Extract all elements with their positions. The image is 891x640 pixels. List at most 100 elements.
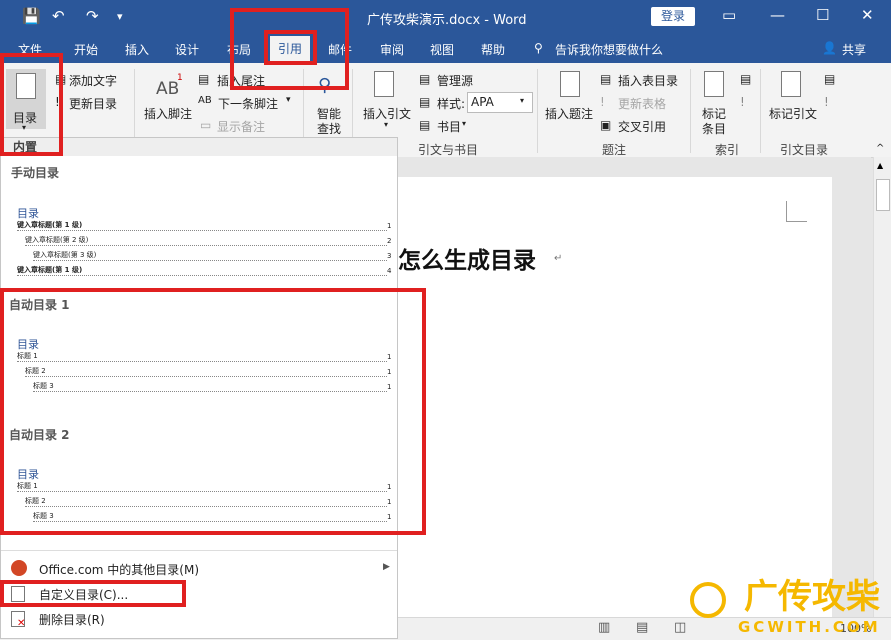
scroll-thumb[interactable] <box>876 179 890 211</box>
insert-caption-button[interactable]: 插入题注 <box>545 105 593 122</box>
group-citations-label: 引文与书目 <box>418 143 479 157</box>
tell-me-box[interactable]: 告诉我你想要做什么 <box>555 41 663 58</box>
maximize-icon[interactable]: ☐ <box>816 6 829 24</box>
style-label: 样式: <box>437 97 466 111</box>
bibliography-icon: ▤ <box>419 118 431 132</box>
office-icon <box>11 560 27 576</box>
insert-caption-icon <box>560 71 580 97</box>
style-select-value: APA <box>471 95 494 109</box>
insert-index-icon[interactable]: ▤ <box>740 72 751 86</box>
mark-citation-button[interactable]: 标记引文 <box>769 105 817 122</box>
style-select[interactable]: APA ▾ <box>467 92 533 113</box>
tab-insert[interactable]: 插入 <box>125 41 149 58</box>
share-icon: 👤 <box>822 41 837 55</box>
remove-toc-item[interactable]: ✕ 删除目录(R) <box>1 608 397 630</box>
update-index-icon[interactable]: ! <box>740 95 745 109</box>
update-table-button[interactable]: 更新表格 <box>618 95 666 112</box>
style-icon: ▤ <box>419 95 431 109</box>
insert-table-of-figures-button[interactable]: 插入表目录 <box>618 72 678 89</box>
print-layout-icon[interactable]: ▤ <box>636 620 648 635</box>
table-of-figures-icon: ▤ <box>600 72 612 86</box>
document-heading[interactable]: 怎么生成目录 <box>398 241 536 275</box>
manage-sources-icon: ▤ <box>419 72 431 86</box>
separator <box>1 550 397 551</box>
separator <box>760 69 761 153</box>
update-table-icon: ! <box>600 95 605 109</box>
next-footnote-icon: AB <box>198 95 212 106</box>
vertical-scrollbar[interactable]: ▲ <box>873 157 891 617</box>
manual-toc-option[interactable]: 手动目录 目录 键入章标题(第 1 级) 1 键入章标题(第 2 级) 2 键入… <box>3 158 395 291</box>
chevron-down-icon: ▾ <box>520 96 525 105</box>
redo-icon[interactable]: ↷ <box>86 7 99 25</box>
next-footnote-button[interactable]: 下一条脚注 <box>218 95 278 112</box>
watermark-text: 广传攻柴 <box>744 577 880 617</box>
customize-toolbar-icon[interactable]: ▾ <box>117 10 123 23</box>
close-icon[interactable]: ✕ <box>861 6 874 24</box>
ribbon-tabs: 文件 开始 插入 设计 布局 引用 邮件 审阅 视图 帮助 ⚲ 告诉我你想要做什… <box>0 33 891 63</box>
more-office-toc-label: Office.com 中的其他目录(M) <box>39 563 200 577</box>
watermark-url: GCWITH.COM <box>738 618 881 636</box>
minimize-icon[interactable]: — <box>770 6 785 24</box>
mark-entry-icon <box>704 71 724 97</box>
footnote-superscript: 1 <box>177 73 183 83</box>
save-icon[interactable]: 💾 <box>22 7 41 25</box>
insert-footnote-icon: AB <box>156 79 180 99</box>
red-x-icon: ✕ <box>17 618 26 629</box>
share-button[interactable]: 共享 <box>842 41 866 58</box>
manual-toc-line: 键入章标题(第 1 级) <box>17 221 387 231</box>
cross-reference-icon: ▣ <box>600 118 612 132</box>
annotation-box-custom-toc <box>0 580 186 607</box>
collapse-ribbon-icon[interactable]: ^ <box>876 143 884 154</box>
show-notes-icon: ▭ <box>200 118 212 132</box>
title-bar: 💾 ↶ ↷ ▾ 广传攻柴演示.docx - Word 登录 ▭ — ☐ ✕ <box>0 0 891 33</box>
scroll-up-icon[interactable]: ▲ <box>877 161 883 170</box>
watermark-logo-icon <box>690 582 726 618</box>
submenu-arrow-icon: ▶ <box>383 562 390 572</box>
tab-design[interactable]: 设计 <box>175 41 199 58</box>
group-toa-label: 引文目录 <box>780 143 829 157</box>
update-toc-button[interactable]: 更新目录 <box>69 95 117 112</box>
manual-toc-page: 2 <box>387 237 392 245</box>
manual-toc-page: 1 <box>387 222 392 230</box>
insert-citation-icon <box>374 71 394 97</box>
annotation-box-auto-toc <box>0 288 426 535</box>
insert-citation-chevron-icon[interactable]: ▾ <box>384 120 388 129</box>
next-footnote-chevron-icon[interactable]: ▾ <box>286 95 291 105</box>
undo-icon[interactable]: ↶ <box>52 7 65 25</box>
tab-help[interactable]: 帮助 <box>481 41 505 58</box>
tab-review[interactable]: 审阅 <box>380 41 404 58</box>
manual-toc-line: 键入章标题(第 3 级) <box>33 251 387 261</box>
cross-reference-button[interactable]: 交叉引用 <box>618 118 666 135</box>
manage-sources-button[interactable]: 管理源 <box>437 72 473 89</box>
add-text-button[interactable]: 添加文字 <box>69 72 117 89</box>
separator <box>537 69 538 153</box>
bibliography-button[interactable]: 书目 <box>437 118 461 135</box>
more-office-toc-item[interactable]: Office.com 中的其他目录(M) ▶ <box>1 558 397 580</box>
ribbon-display-options-icon[interactable]: ▭ <box>722 6 736 24</box>
insert-toa-icon[interactable]: ▤ <box>824 72 835 86</box>
insert-footnote-button[interactable]: 插入脚注 <box>144 105 192 122</box>
manual-toc-heading: 手动目录 <box>11 166 60 180</box>
web-layout-icon[interactable]: ◫ <box>674 620 686 635</box>
remove-toc-label: 删除目录(R) <box>39 613 105 627</box>
mark-citation-icon <box>781 71 801 97</box>
search-icon: ⚲ <box>534 41 543 55</box>
document-page[interactable]: 怎么生成目录 ↵ <box>398 177 832 617</box>
group-captions-label: 题注 <box>602 143 627 157</box>
margin-corner-mark <box>786 201 807 222</box>
mark-entry-label-2[interactable]: 条目 <box>702 120 726 137</box>
update-toa-icon[interactable]: ! <box>824 95 829 109</box>
manual-toc-page: 3 <box>387 252 392 260</box>
smart-lookup-label-2[interactable]: 查找 <box>317 120 341 137</box>
bibliography-chevron-icon[interactable]: ▾ <box>462 119 466 128</box>
show-notes-button[interactable]: 显示备注 <box>217 118 265 135</box>
manual-toc-page: 4 <box>387 267 392 275</box>
tab-home[interactable]: 开始 <box>74 41 98 58</box>
login-button[interactable]: 登录 <box>651 7 695 26</box>
tab-view[interactable]: 视图 <box>430 41 454 58</box>
insert-endnote-icon: ▤ <box>198 72 210 86</box>
manual-toc-line: 键入章标题(第 2 级) <box>25 236 387 246</box>
annotation-box-toc-button <box>0 53 63 156</box>
annotation-box-references-inner <box>264 30 317 65</box>
read-mode-icon[interactable]: ▥ <box>598 620 610 635</box>
